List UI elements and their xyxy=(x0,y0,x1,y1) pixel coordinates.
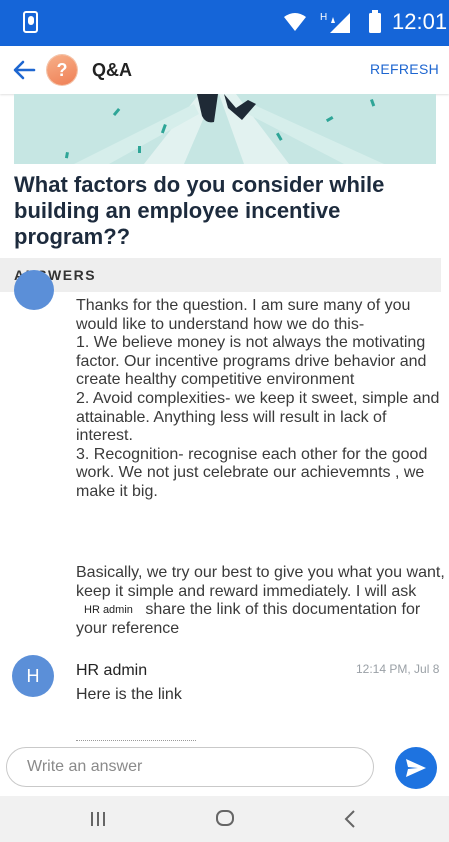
network-type-label: H xyxy=(320,12,327,23)
back-icon[interactable] xyxy=(342,808,358,830)
avatar-mark: ? xyxy=(56,60,68,80)
status-bar: H 12:01 xyxy=(0,0,449,46)
illustration-graphic xyxy=(64,94,384,164)
mention-chip[interactable]: HR admin xyxy=(76,603,141,618)
reply-avatar: H xyxy=(12,655,54,697)
answer-closing-text: Basically, we try our best to give you w… xyxy=(76,564,445,600)
hero-illustration xyxy=(14,94,436,164)
answer-closing: Basically, we try our best to give you w… xyxy=(76,564,446,638)
answer-input[interactable] xyxy=(6,747,374,787)
reply-timestamp: 12:14 PM, Jul 8 xyxy=(356,662,440,676)
page-title: Q&A xyxy=(92,60,132,80)
app-bar: ? Q&A REFRESH xyxy=(0,46,449,94)
back-arrow-icon[interactable] xyxy=(10,56,38,84)
answer-body: Thanks for the question. I am sure many … xyxy=(76,297,440,500)
home-icon[interactable] xyxy=(214,807,236,829)
send-icon xyxy=(406,759,426,777)
question-title: What factors do you consider while build… xyxy=(14,172,385,249)
reply-author: HR admin xyxy=(76,662,148,679)
signal-icon: H xyxy=(320,12,350,33)
recents-icon[interactable] xyxy=(88,809,108,829)
battery-icon xyxy=(369,10,381,33)
system-nav-bar xyxy=(0,796,449,842)
wifi-icon xyxy=(284,13,306,31)
phone-icon xyxy=(23,11,38,33)
send-button[interactable] xyxy=(395,747,437,789)
refresh-button[interactable]: REFRESH xyxy=(370,61,439,77)
answer-author-avatar xyxy=(14,270,54,310)
reply-text: Here is the link xyxy=(76,686,182,703)
status-clock: 12:01 xyxy=(392,9,448,34)
question-mark-icon: ? xyxy=(47,55,77,85)
answers-section-header: ANSWERS xyxy=(0,258,441,292)
